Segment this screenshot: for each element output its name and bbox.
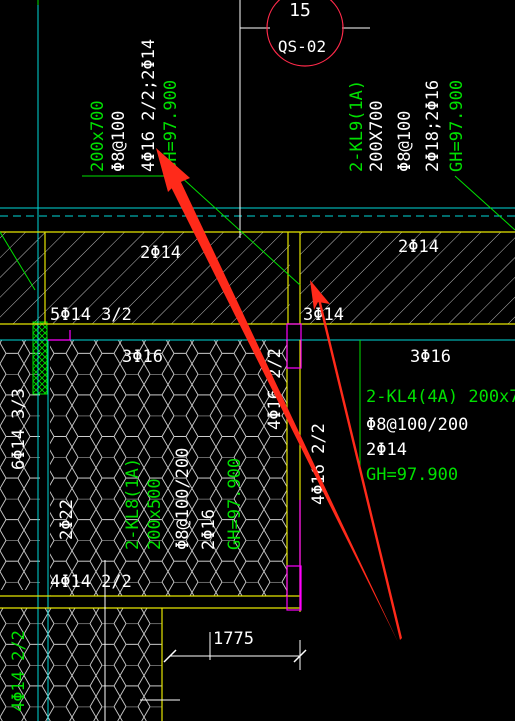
rebar-left-2phi22: 2Φ22 (57, 499, 77, 540)
beam-gh-kl8: GH=97.900 (225, 458, 245, 550)
beam-stirrup-kl8: Φ8@100/200 (173, 448, 193, 550)
beam-bars-kl8: 2Φ16 (199, 509, 219, 550)
honeycomb-slab-main (50, 340, 287, 596)
section-marker-ref: QS-02 (278, 37, 326, 56)
dimension-value: 1775 (213, 629, 254, 649)
beam-bars-left-top: 4Φ16 2/2;2Φ14 (139, 39, 159, 172)
beam-label-kl8: 2-KL8(1A) 200x500 Φ8@100/200 2Φ16 GH=97.… (123, 448, 245, 550)
rebar-top-right: 2Φ14 (398, 237, 439, 257)
beam-id-kl4: 2-KL4(4A) 200x7 (366, 387, 515, 407)
beam-stirrup-left-top: Φ8@100 (109, 111, 129, 172)
beam-bars-kl9: 2Φ18;2Φ16 (423, 80, 443, 172)
cad-drawing-canvas: 15 QS-02 200x700 Φ8@100 4Φ16 2/2;2Φ14 GH… (0, 0, 515, 721)
beam-gh-kl9: GH=97.900 (447, 80, 467, 172)
beam-stirrup-kl4: Φ8@100/200 (366, 415, 468, 435)
beam-gh-kl4: GH=97.900 (366, 465, 458, 485)
section-marker-number: 15 (289, 0, 311, 21)
beam-size-kl8: 200x500 (145, 478, 165, 550)
rebar-left-5phi14: 5Φ14 3/2 (50, 305, 132, 325)
column-crosshatch (32, 321, 48, 395)
beam-label-left-top: 200x700 Φ8@100 4Φ16 2/2;2Φ14 GH=97.900 (88, 39, 181, 172)
beam-stirrup-kl9: Φ8@100 (395, 111, 415, 172)
beam-size-kl9: 200X700 (367, 100, 387, 172)
rebar-right-3phi16: 3Φ16 (410, 347, 451, 367)
beam-id-kl8: 2-KL8(1A) (123, 458, 143, 550)
beam-label-kl4: 2-KL4(4A) 200x7 Φ8@100/200 2Φ14 GH=97.90… (366, 387, 515, 485)
rebar-far-left-bottom: 4Φ14 2/2 (9, 630, 29, 712)
rebar-bottom-4phi14: 4Φ14 2/2 (50, 572, 132, 592)
cad-drawing: 15 QS-02 200x700 Φ8@100 4Φ16 2/2;2Φ14 GH… (0, 0, 515, 721)
rebar-left-6phi14: 6Φ14 3/3 (9, 388, 29, 470)
beam-bars-kl4: 2Φ14 (366, 440, 407, 460)
beam-id-kl9: 2-KL9(1A) (347, 80, 367, 172)
beam-label-kl9: 2-KL9(1A) 200X700 Φ8@100 2Φ18;2Φ16 GH=97… (347, 80, 467, 172)
rebar-mid-3phi16: 3Φ16 (122, 347, 163, 367)
rebar-top-left: 2Φ14 (140, 243, 181, 263)
beam-size-left-top: 200x700 (88, 100, 108, 172)
